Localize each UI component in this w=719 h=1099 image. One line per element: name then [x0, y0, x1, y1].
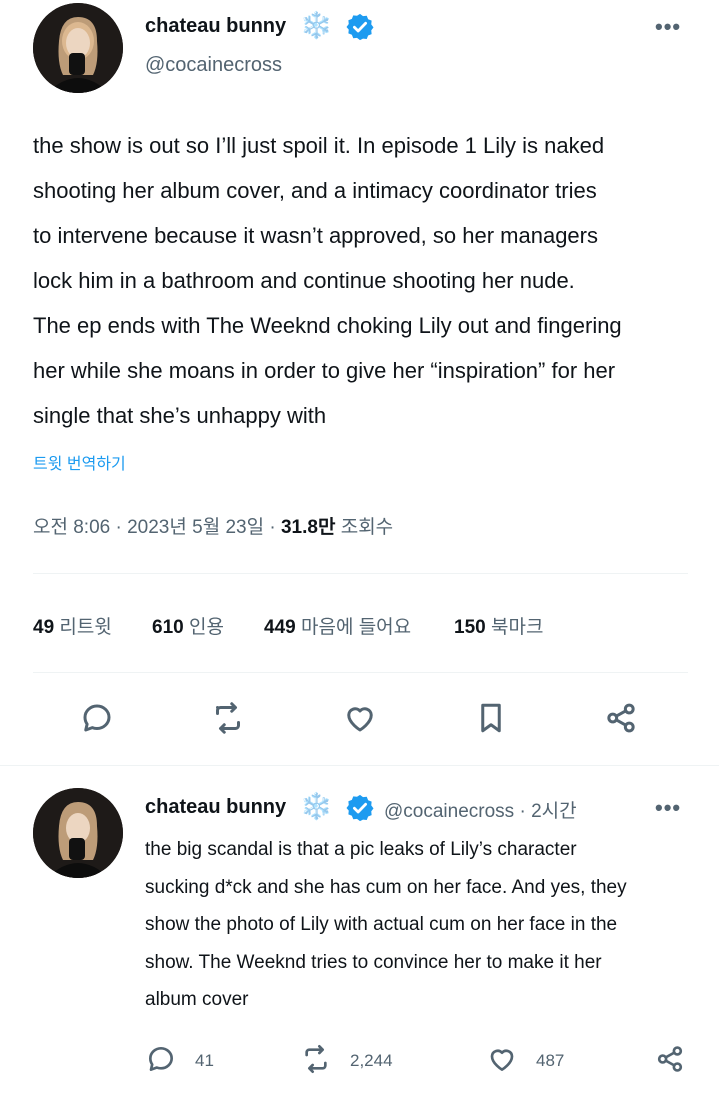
- tweet-time[interactable]: 오전 8:06: [33, 517, 110, 538]
- reply-count: 41: [195, 1051, 214, 1070]
- tweet-text-line: the show is out so I’ll just spoil it. I…: [33, 133, 605, 158]
- reply-share-icon[interactable]: [654, 1043, 686, 1080]
- stat-label: 리트윗: [59, 617, 112, 638]
- tweet-text-line: to intervene because it wasn’t approved,…: [33, 223, 598, 248]
- views-count: 31.8만: [280, 517, 336, 538]
- reply-more-options-icon[interactable]: •••: [655, 795, 681, 821]
- stat-quotes[interactable]: 610 인용: [152, 612, 224, 639]
- like-icon[interactable]: [342, 700, 378, 741]
- tweet-text-line: single that she’s unhappy with: [33, 403, 327, 428]
- stat-likes[interactable]: 449 마음에 들어요: [264, 612, 411, 639]
- views-label: 조회수: [340, 517, 394, 538]
- display-name[interactable]: chateau bunny: [145, 15, 286, 38]
- tweet-text: the show is out so I’ll just spoil it. I…: [33, 123, 703, 438]
- more-options-icon[interactable]: •••: [655, 14, 681, 40]
- reply-text-line: show the photo of Lily with actual cum o…: [145, 914, 618, 935]
- retweet-count: 2,244: [350, 1051, 393, 1070]
- translate-link[interactable]: 트윗 번역하기: [33, 450, 126, 474]
- retweet-icon[interactable]: [210, 700, 246, 741]
- reply-avatar[interactable]: [33, 788, 123, 878]
- divider: [33, 573, 688, 574]
- reply-display-name[interactable]: chateau bunny: [145, 796, 286, 819]
- stat-bookmarks[interactable]: 150 북마크: [454, 612, 543, 639]
- reply-handle[interactable]: @cocainecross: [384, 801, 514, 822]
- reply-text-line: the big scandal is that a pic leaks of L…: [145, 839, 577, 860]
- snowflake-emoji: ❄️: [300, 10, 333, 40]
- handle[interactable]: @cocainecross: [145, 54, 282, 77]
- tweet-text-line: shooting her album cover, and a intimacy…: [33, 178, 597, 203]
- reply-retweet-icon[interactable]: [300, 1043, 332, 1080]
- verified-badge-icon: [345, 12, 375, 47]
- stat-count: 150: [454, 617, 486, 638]
- reply-age[interactable]: 2시간: [531, 801, 577, 822]
- reply-text: the big scandal is that a pic leaks of L…: [145, 831, 705, 1019]
- like-count: 487: [536, 1051, 565, 1070]
- divider: [33, 672, 688, 673]
- reply-text-line: album cover: [145, 989, 249, 1010]
- stat-count: 449: [264, 617, 296, 638]
- snowflake-emoji: ❄️: [300, 791, 333, 821]
- stat-label: 인용: [188, 617, 224, 638]
- avatar[interactable]: [33, 3, 123, 93]
- divider: [0, 765, 719, 766]
- verified-badge-icon: [345, 793, 375, 828]
- tweet-meta: 오전 8:06 · 2023년 5월 23일 · 31.8만 조회수: [33, 517, 394, 538]
- reply-handle-line: @cocainecross · 2시간: [384, 801, 577, 822]
- tweet-date[interactable]: 2023년 5월 23일: [127, 517, 264, 538]
- tweet-text-line: lock him in a bathroom and continue shoo…: [33, 268, 575, 293]
- reply-like-icon[interactable]: [486, 1043, 518, 1080]
- stat-label: 북마크: [490, 617, 544, 638]
- stat-count: 49: [33, 617, 55, 638]
- stat-retweets[interactable]: 49 리트윗: [33, 612, 112, 639]
- share-icon[interactable]: [603, 700, 639, 741]
- reply-icon[interactable]: [79, 700, 115, 741]
- reply-reply-icon[interactable]: [145, 1043, 177, 1080]
- tweet-text-line: her while she moans in order to give her…: [33, 358, 616, 383]
- stat-count: 610: [152, 617, 184, 638]
- reply-text-line: show. The Weeknd tries to convince her t…: [145, 951, 602, 973]
- tweet-text-line: The ep ends with The Weeknd choking Lily…: [33, 313, 622, 338]
- bookmark-icon[interactable]: [473, 700, 509, 741]
- reply-text-line: sucking d*ck and she has cum on her face…: [145, 876, 627, 898]
- stat-label: 마음에 들어요: [300, 617, 412, 638]
